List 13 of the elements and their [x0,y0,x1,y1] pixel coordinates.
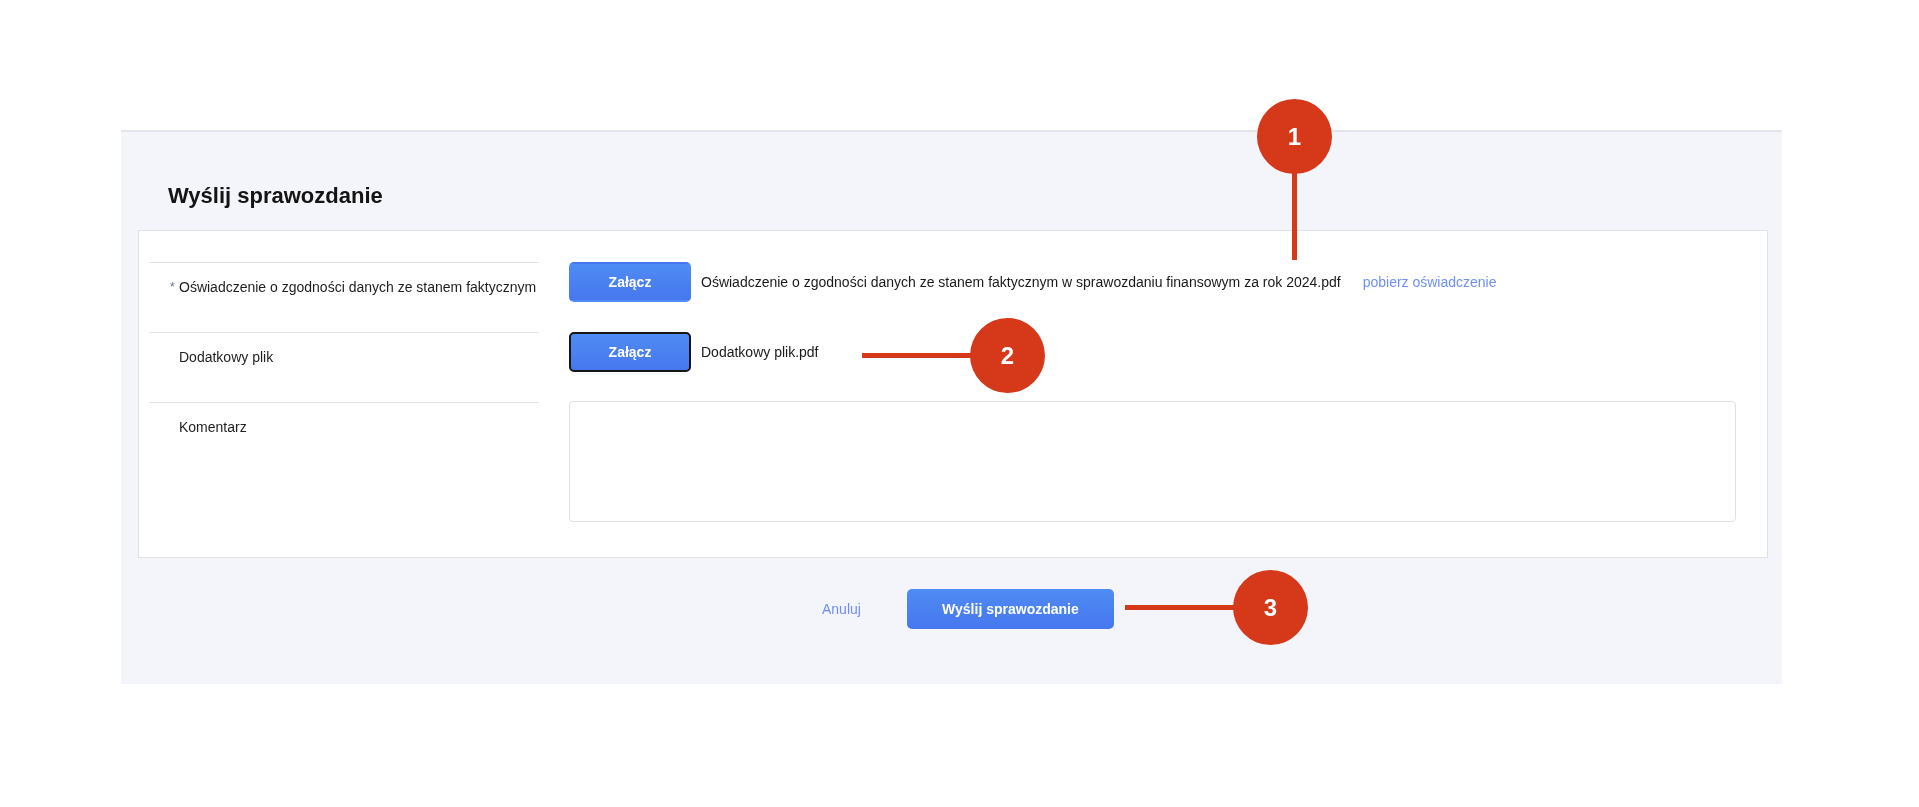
download-link[interactable]: pobierz oświadczenie [1362,262,1497,302]
file-name: Dodatkowy plik.pdf [701,343,819,362]
field-label: Komentarz [179,418,247,437]
cancel-link[interactable]: Anuluj [810,589,873,629]
attach-button[interactable]: Załącz [569,262,691,302]
attach-button[interactable]: Załącz [569,332,691,372]
required-mark: * [170,279,176,296]
comment-field[interactable] [569,401,1736,522]
field-label: Oświadczenie o zgodności danych ze stanem faktycznym [179,278,537,297]
file-name: Oświadczenie o zgodności danych ze stanem faktycznym w sprawozdaniu finansowym za rok 2024.pdf [701,273,1341,292]
form-title: Wyślij sprawozdanie [168,182,383,210]
field-label: Dodatkowy plik [179,348,274,367]
submit-button[interactable]: Wyślij sprawozdanie [906,589,1114,629]
